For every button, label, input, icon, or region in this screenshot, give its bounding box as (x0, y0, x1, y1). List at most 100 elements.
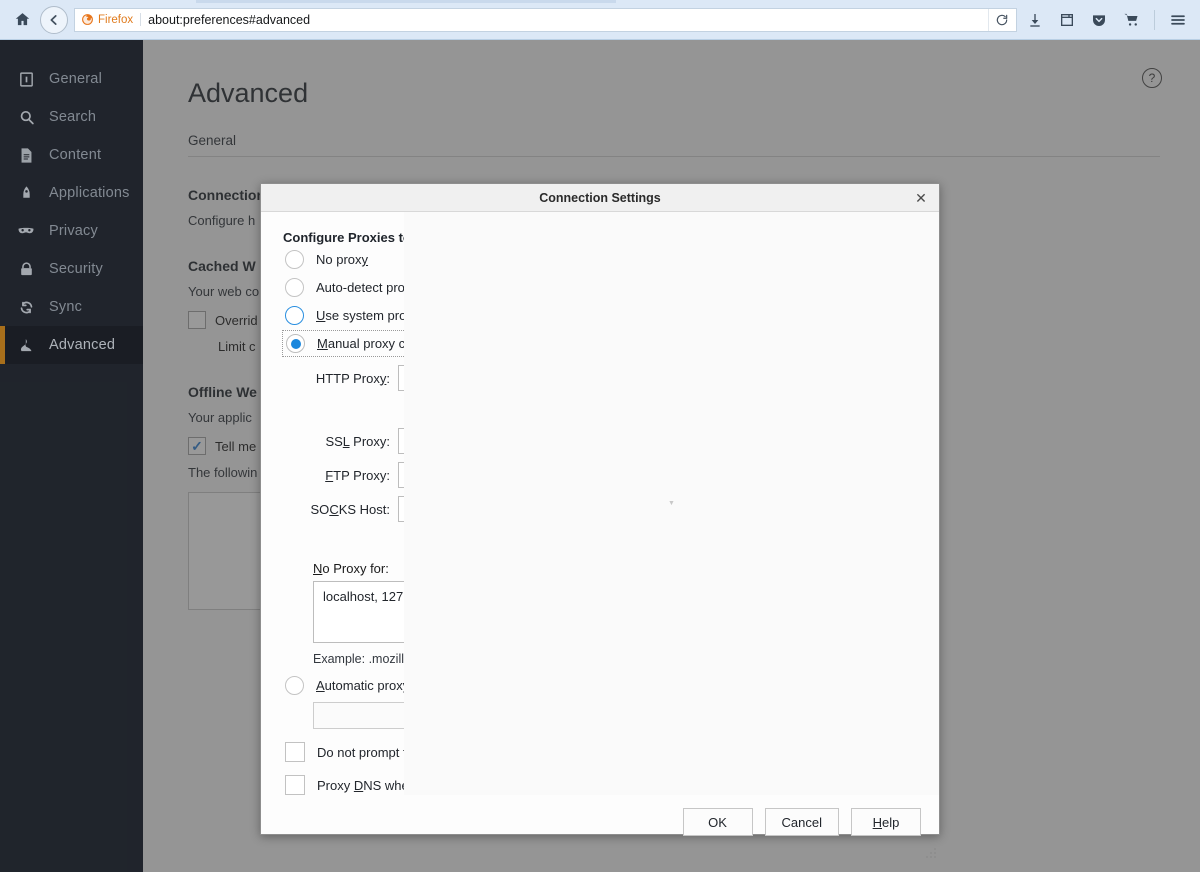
radio-automatic-pac[interactable]: Automatic proxy configuration URL: (283, 676, 917, 695)
radio-system-proxy-indicator[interactable] (285, 306, 304, 325)
sidebar-item-label: Applications (49, 185, 130, 201)
ssl-port-arrows[interactable]: ▲ ▼ (878, 429, 895, 453)
http-port-arrows[interactable]: ▲ ▼ (878, 366, 895, 390)
radio-manual-proxy[interactable]: Manual proxy configuration: (282, 330, 918, 357)
cancel-button[interactable]: Cancel (765, 808, 839, 836)
sidebar-item-search[interactable]: Search (0, 98, 143, 136)
sidebar-item-label: General (49, 71, 102, 87)
spinner-down-icon[interactable]: ▼ (879, 510, 895, 522)
pocket-icon[interactable] (1085, 6, 1113, 34)
close-icon[interactable]: ✕ (911, 188, 931, 208)
tab-strip-edge (196, 0, 616, 3)
http-port-stepper[interactable]: 4444 ▲ ▼ (820, 365, 896, 391)
tab-general[interactable]: General (188, 133, 236, 156)
back-button[interactable] (40, 6, 68, 34)
no-auth-prompt-checkbox[interactable] (285, 742, 305, 762)
ssl-proxy-input[interactable] (398, 428, 776, 454)
reload-icon[interactable] (988, 9, 1014, 31)
ftp-proxy-label: FTP Proxy: (283, 468, 398, 483)
library-icon[interactable] (1053, 6, 1081, 34)
url-bar[interactable]: Firefox about:preferences#advanced (74, 8, 1017, 32)
sidebar-item-label: Search (49, 109, 96, 125)
sidebar-item-label: Security (49, 261, 103, 277)
radio-auto-detect[interactable]: Auto-detect proxy settings for this netw… (283, 274, 917, 301)
all-protocols-row[interactable]: Use this proxy server for all protocols (406, 400, 917, 420)
help-question-icon[interactable]: ? (1142, 68, 1162, 88)
radio-automatic-pac-indicator[interactable] (285, 676, 304, 695)
spinner-up-icon[interactable]: ▲ (879, 366, 895, 379)
pac-url-row: Reload (313, 702, 917, 729)
browser-toolbar: Firefox about:preferences#advanced (0, 0, 1200, 40)
dialog-title-bar: Connection Settings ✕ (261, 184, 939, 212)
sidebar-item-label: Privacy (49, 223, 98, 239)
sidebar-item-sync[interactable]: Sync (0, 288, 143, 326)
spinner-down-icon[interactable]: ▼ (879, 379, 895, 391)
no-proxy-textarea[interactable]: localhost, 127.0.0.1 (313, 581, 913, 643)
sidebar-item-general[interactable]: General (0, 60, 143, 98)
ftp-port-stepper[interactable]: 0 ▲ ▼ (820, 462, 896, 488)
ok-button[interactable]: OK (683, 808, 753, 836)
no-proxy-label: No Proxy for: (313, 561, 917, 576)
http-port-value[interactable]: 4444 (821, 366, 878, 390)
no-auth-prompt-row[interactable]: Do not prompt for authentication if pass… (283, 742, 917, 762)
override-cache-checkbox[interactable] (188, 311, 206, 329)
socks-port-label: Port: (776, 502, 820, 517)
advanced-icon (16, 335, 36, 355)
identity-box[interactable]: Firefox (81, 13, 141, 26)
radio-system-proxy[interactable]: Use system proxy settings (283, 302, 917, 329)
help-button[interactable]: Help (851, 808, 921, 836)
all-protocols-checkbox[interactable] (406, 400, 426, 420)
ftp-port-arrows[interactable]: ▲ ▼ (878, 463, 895, 487)
sidebar-item-advanced[interactable]: Advanced (0, 326, 143, 364)
download-icon[interactable] (1021, 6, 1049, 34)
ssl-proxy-label: SSL Proxy: (283, 434, 398, 449)
radio-no-proxy-indicator[interactable] (285, 250, 304, 269)
http-proxy-label: HTTP Proxy: (283, 371, 398, 386)
sidebar-item-applications[interactable]: Applications (0, 174, 143, 212)
radio-auto-detect-indicator[interactable] (285, 278, 304, 297)
http-proxy-row: HTTP Proxy: 127.0.0.1 Port: 4444 ▲ ▼ (283, 365, 917, 391)
sidebar-item-privacy[interactable]: Privacy (0, 212, 143, 250)
sidebar-item-content[interactable]: Content (0, 136, 143, 174)
ftp-proxy-input[interactable] (398, 462, 776, 488)
ssl-port-value[interactable]: 0 (821, 429, 878, 453)
radio-socks-v4-indicator[interactable] (406, 531, 425, 550)
dialog-footer: OK Cancel Help (261, 795, 939, 861)
reload-pac-button[interactable]: Reload (843, 702, 913, 729)
home-icon[interactable] (8, 6, 36, 34)
socks-port-value[interactable]: 4444 (821, 497, 878, 521)
cart-icon[interactable] (1117, 6, 1145, 34)
no-proxy-example: Example: .mozilla.org, .net.nz, 192.168.… (313, 652, 917, 666)
url-text[interactable]: about:preferences#advanced (148, 13, 988, 27)
radio-manual-proxy-indicator[interactable] (286, 334, 305, 353)
socks-host-row: SOCKS Host: 127.0.0.1 Port: 4444 ▲ ▼ (283, 496, 917, 522)
security-lock-icon (16, 259, 36, 279)
radio-socks-v5[interactable]: SOCKS v5 (523, 531, 614, 550)
http-proxy-input[interactable]: 127.0.0.1 (398, 365, 776, 391)
socks-host-input[interactable]: 127.0.0.1 (398, 496, 776, 522)
toolbar-divider (1154, 10, 1155, 30)
spinner-up-icon[interactable]: ▲ (879, 429, 895, 453)
spinner-up-icon[interactable]: ▲ (879, 463, 895, 487)
sync-icon (16, 297, 36, 317)
radio-socks-v4[interactable]: SOCKS v4 (406, 531, 497, 550)
radio-no-proxy[interactable]: No proxy (283, 246, 917, 273)
offline-tell-label: Tell me (215, 439, 256, 454)
proxy-dns-checkbox[interactable] (285, 775, 305, 795)
general-icon (16, 69, 36, 89)
ftp-port-label: Port: (776, 468, 820, 483)
ftp-port-value[interactable]: 0 (821, 463, 878, 487)
socks-version-row: SOCKS v4 SOCKS v5 (406, 531, 917, 550)
spinner-up-icon[interactable]: ▲ (879, 497, 895, 510)
offline-tell-checkbox[interactable]: ✓ (188, 437, 206, 455)
http-port-label: Port: (776, 371, 820, 386)
proxy-dns-row[interactable]: Proxy DNS when using SOCKS v5 (283, 775, 917, 795)
socks-port-stepper[interactable]: 4444 ▲ ▼ (820, 496, 896, 522)
socks-port-arrows[interactable]: ▲ ▼ (878, 497, 895, 521)
pac-url-input[interactable] (313, 702, 843, 729)
resize-grip[interactable] (926, 848, 936, 858)
radio-socks-v5-indicator[interactable] (523, 531, 542, 550)
sidebar-item-security[interactable]: Security (0, 250, 143, 288)
ssl-port-stepper[interactable]: 0 ▲ ▼ (820, 428, 896, 454)
hamburger-menu-icon[interactable] (1164, 6, 1192, 34)
